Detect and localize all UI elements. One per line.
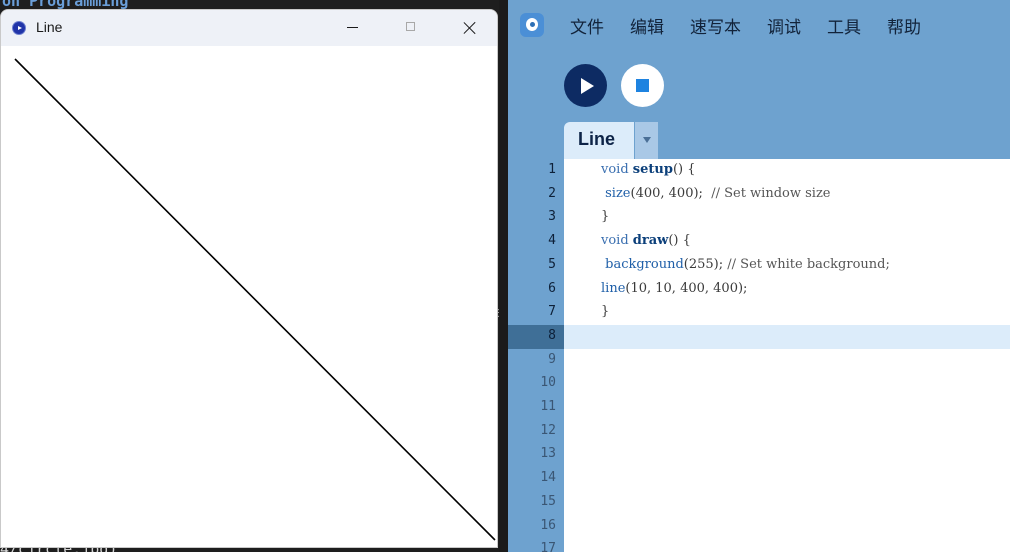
code-token: (10, 10, 400, 400); (625, 280, 748, 296)
line-number: 5 (548, 256, 556, 272)
maximize-button[interactable] (382, 10, 440, 46)
code-token: line (601, 280, 626, 296)
code-editor[interactable] (564, 159, 1010, 552)
menu-item[interactable]: 调试 (767, 13, 801, 38)
line-number: 12 (540, 422, 556, 438)
line-number: 11 (540, 399, 556, 414)
editor-current-line-highlight (564, 325, 1010, 349)
line-number: 16 (540, 517, 556, 533)
processing-app-icon (12, 21, 26, 35)
menu-item[interactable]: 编辑 (630, 13, 664, 38)
line-number: 14 (540, 470, 556, 486)
ide-window: 文件 编辑 速写本 调试 工具 帮助 Line 1 2 3 4 5 6 7 8 9 10 11 12 13 14 15… (508, 0, 1010, 552)
code-token: (400, 400); (630, 185, 712, 201)
sketch-titlebar[interactable]: Line (1, 10, 497, 46)
tab-menu-chevron-down-icon[interactable] (634, 122, 658, 159)
line-number: 7 (548, 304, 556, 320)
stop-button[interactable] (621, 64, 664, 107)
line-number: 15 (540, 493, 556, 509)
code-token: void (601, 162, 633, 177)
line-number: 3 (548, 209, 556, 225)
line-number: 1 (548, 162, 556, 177)
menu-item[interactable]: 帮助 (887, 13, 921, 38)
line-number: 8 (548, 327, 556, 343)
code-line: background(255); // Set white background… (601, 257, 890, 272)
menu-item[interactable]: 速写本 (690, 13, 741, 38)
code-line: } (601, 209, 609, 224)
code-token: background (601, 256, 684, 272)
code-token: // Set window size (711, 185, 831, 201)
code-line: size(400, 400); // Set window size (601, 185, 831, 201)
line-number: 13 (540, 446, 556, 462)
sketch-drawing (14, 58, 496, 541)
tab-sketch[interactable]: Line (564, 122, 634, 159)
menu-item[interactable]: 文件 (570, 13, 604, 38)
sketch-window: Line (0, 9, 498, 548)
ide-logo-icon (520, 13, 544, 37)
line-number: 2 (548, 185, 556, 201)
code-token: setup (632, 162, 673, 177)
menu-item[interactable]: 工具 (827, 13, 861, 38)
line-number: 9 (548, 351, 556, 367)
code-line: } (601, 304, 609, 319)
code-token: } (601, 209, 610, 225)
sketch-canvas[interactable] (1, 46, 497, 547)
code-line: void setup() { (601, 162, 695, 177)
desktop: on Programming er 4/circle.jpg) Line 文件编… (0, 0, 1010, 552)
minimize-button[interactable] (323, 10, 381, 46)
line-number: 17 (540, 541, 556, 552)
close-button[interactable] (441, 10, 497, 46)
code-token: // Set white background; (727, 256, 890, 272)
code-line: line(10, 10, 400, 400); (601, 281, 747, 296)
line-number: 10 (540, 375, 556, 391)
line-number: 4 (548, 233, 556, 249)
code-token: void (601, 233, 633, 249)
code-token: (255); (683, 256, 728, 272)
drawn-line (14, 58, 496, 541)
code-token: () { (672, 162, 696, 177)
menu-bar: 文件 编辑 速写本 调试 工具 帮助 (570, 13, 947, 38)
run-button[interactable] (564, 64, 607, 107)
background-strip (499, 0, 508, 552)
code-line: void draw() { (601, 233, 691, 248)
code-token: () { (668, 233, 691, 249)
code-token: } (601, 304, 610, 320)
code-token: size (601, 185, 631, 201)
line-number: 6 (548, 280, 556, 296)
tab-sketch-label: Line (578, 129, 616, 149)
code-token: draw (632, 233, 669, 249)
sketch-window-title: Line (36, 19, 63, 35)
